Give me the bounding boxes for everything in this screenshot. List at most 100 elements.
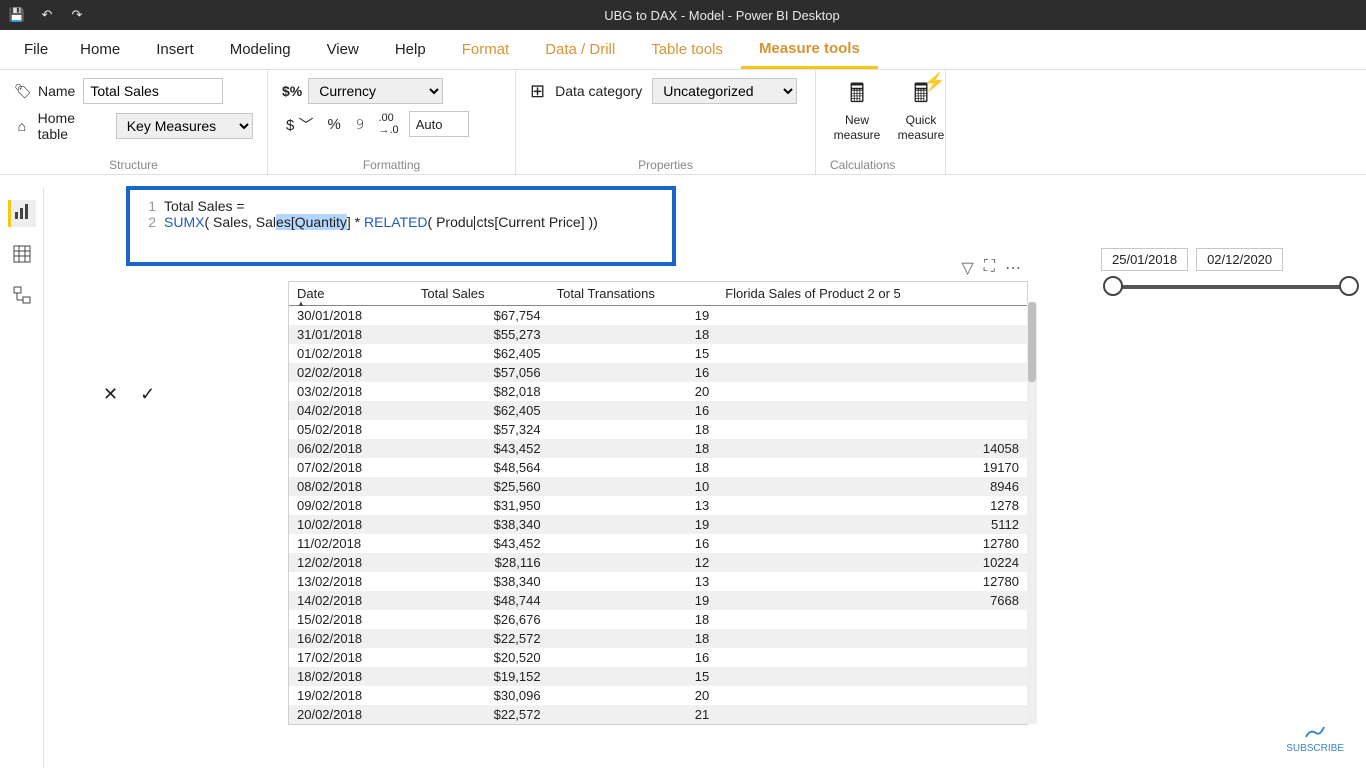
menu-format[interactable]: Format	[444, 30, 528, 69]
tag-icon: 🏷	[14, 83, 30, 100]
format-icon: $%	[282, 83, 302, 99]
cell-total-transactions: 20	[549, 686, 718, 705]
hometable-select[interactable]: Key Measures	[116, 113, 253, 139]
save-icon[interactable]: 💾	[8, 7, 26, 23]
table-visual[interactable]: Date Total Sales Total Transations Flori…	[288, 281, 1028, 725]
ribbon-group-structure: 🏷 Name ⌂ Home table Key Measures Structu…	[0, 70, 268, 174]
table-row[interactable]: 31/01/2018$55,27318	[289, 325, 1027, 344]
calc-group-label: Calculations	[830, 158, 895, 174]
cell-total-transactions: 18	[549, 458, 718, 477]
formula-editor[interactable]: 1Total Sales = 2SUMX( Sales, Sales[Quant…	[126, 186, 676, 266]
table-row[interactable]: 03/02/2018$82,01820	[289, 382, 1027, 401]
data-view-icon[interactable]	[8, 245, 36, 268]
cell-florida-sales	[717, 610, 1027, 629]
focus-mode-icon[interactable]: ⛶	[984, 258, 995, 278]
table-row[interactable]: 20/02/2018$22,57221	[289, 705, 1027, 724]
table-row[interactable]: 30/01/2018$67,75419	[289, 306, 1027, 326]
col-florida-sales[interactable]: Florida Sales of Product 2 or 5	[717, 282, 1027, 306]
cell-total-transactions: 18	[549, 420, 718, 439]
menu-file[interactable]: File	[18, 30, 62, 69]
filter-icon[interactable]: ▽	[961, 258, 973, 278]
table-row[interactable]: 13/02/2018$38,3401312780	[289, 572, 1027, 591]
table-row[interactable]: 09/02/2018$31,950131278	[289, 496, 1027, 515]
cell-florida-sales	[717, 344, 1027, 363]
currency-button[interactable]: $ ﹀	[282, 112, 318, 137]
cell-total-sales: $57,056	[413, 363, 549, 382]
cell-total-sales: $22,572	[413, 705, 549, 724]
undo-icon[interactable]: ↶	[38, 7, 56, 23]
category-icon: ⊞	[530, 81, 545, 102]
structure-group-label: Structure	[14, 158, 253, 174]
menu-measuretools[interactable]: Measure tools	[741, 30, 878, 69]
view-rail	[0, 188, 44, 768]
decimals-button[interactable]: .00→.0	[375, 110, 403, 138]
cell-total-sales: $19,152	[413, 667, 549, 686]
table-row[interactable]: 04/02/2018$62,40516	[289, 401, 1027, 420]
col-total-sales[interactable]: Total Sales	[413, 282, 549, 306]
slicer-start-date[interactable]: 25/01/2018	[1101, 248, 1188, 271]
table-row[interactable]: 17/02/2018$20,52016	[289, 648, 1027, 667]
cell-total-transactions: 19	[549, 306, 718, 326]
more-options-icon[interactable]: ⋯	[1005, 258, 1021, 278]
new-measure-button[interactable]: 🖩 New measure	[830, 78, 884, 142]
hometable-label: Home table	[38, 110, 108, 142]
slicer-track[interactable]	[1107, 285, 1355, 289]
report-view-icon[interactable]	[8, 200, 36, 227]
comma-button[interactable]: 𝟿	[351, 114, 369, 135]
slicer-end-date[interactable]: 02/12/2020	[1196, 248, 1283, 271]
table-row[interactable]: 01/02/2018$62,40515	[289, 344, 1027, 363]
menu-datadrill[interactable]: Data / Drill	[527, 30, 633, 69]
col-total-transactions[interactable]: Total Transations	[549, 282, 718, 306]
cell-total-transactions: 16	[549, 648, 718, 667]
table-row[interactable]: 19/02/2018$30,09620	[289, 686, 1027, 705]
cell-date: 12/02/2018	[289, 553, 413, 572]
percent-button[interactable]: %	[324, 114, 345, 135]
table-row[interactable]: 10/02/2018$38,340195112	[289, 515, 1027, 534]
table-row[interactable]: 18/02/2018$19,15215	[289, 667, 1027, 686]
datacat-select[interactable]: Uncategorized	[652, 78, 797, 104]
report-canvas: ✕ ✓ ▽ ⛶ ⋯ 25/01/2018 02/12/2020 Date Tot…	[44, 188, 1366, 768]
cell-florida-sales	[717, 629, 1027, 648]
cell-total-transactions: 13	[549, 496, 718, 515]
table-row[interactable]: 05/02/2018$57,32418	[289, 420, 1027, 439]
quick-measure-button[interactable]: 🖩⚡ Quick measure	[894, 78, 948, 142]
ribbon: 🏷 Name ⌂ Home table Key Measures Structu…	[0, 70, 1366, 175]
name-input[interactable]	[83, 78, 223, 104]
table-row[interactable]: 02/02/2018$57,05616	[289, 363, 1027, 382]
cell-date: 31/01/2018	[289, 325, 413, 344]
table-row[interactable]: 15/02/2018$26,67618	[289, 610, 1027, 629]
menu-help[interactable]: Help	[377, 30, 444, 69]
table-row[interactable]: 07/02/2018$48,5641819170	[289, 458, 1027, 477]
cell-florida-sales	[717, 363, 1027, 382]
table-row[interactable]: 12/02/2018$28,1161210224	[289, 553, 1027, 572]
cell-total-transactions: 16	[549, 363, 718, 382]
date-slicer[interactable]: 25/01/2018 02/12/2020	[1101, 248, 1361, 289]
table-row[interactable]: 11/02/2018$43,4521612780	[289, 534, 1027, 553]
model-view-icon[interactable]	[8, 286, 36, 309]
table-row[interactable]: 06/02/2018$43,4521814058	[289, 439, 1027, 458]
cell-date: 13/02/2018	[289, 572, 413, 591]
menu-tabletools[interactable]: Table tools	[633, 30, 741, 69]
cell-total-sales: $48,564	[413, 458, 549, 477]
slicer-thumb-start[interactable]	[1103, 276, 1123, 296]
menu-insert[interactable]: Insert	[138, 30, 212, 69]
cell-total-transactions: 18	[549, 439, 718, 458]
col-date[interactable]: Date	[289, 282, 413, 306]
commit-formula-icon[interactable]: ✓	[136, 384, 159, 405]
menu-modeling[interactable]: Modeling	[212, 30, 309, 69]
decimals-spinner[interactable]: Auto	[409, 111, 469, 137]
redo-icon[interactable]: ↷	[68, 7, 86, 23]
table-row[interactable]: 08/02/2018$25,560108946	[289, 477, 1027, 496]
table-row[interactable]: 14/02/2018$48,744197668	[289, 591, 1027, 610]
cell-florida-sales	[717, 306, 1027, 326]
cancel-formula-icon[interactable]: ✕	[99, 384, 122, 405]
table-scrollbar[interactable]	[1027, 302, 1037, 724]
format-select[interactable]: Currency	[308, 78, 443, 104]
menu-view[interactable]: View	[309, 30, 377, 69]
table-row[interactable]: 16/02/2018$22,57218	[289, 629, 1027, 648]
slicer-thumb-end[interactable]	[1339, 276, 1359, 296]
menu-home[interactable]: Home	[62, 30, 138, 69]
cell-total-transactions: 12	[549, 553, 718, 572]
cell-total-sales: $25,560	[413, 477, 549, 496]
formula-line-1: Total Sales =	[164, 198, 245, 214]
